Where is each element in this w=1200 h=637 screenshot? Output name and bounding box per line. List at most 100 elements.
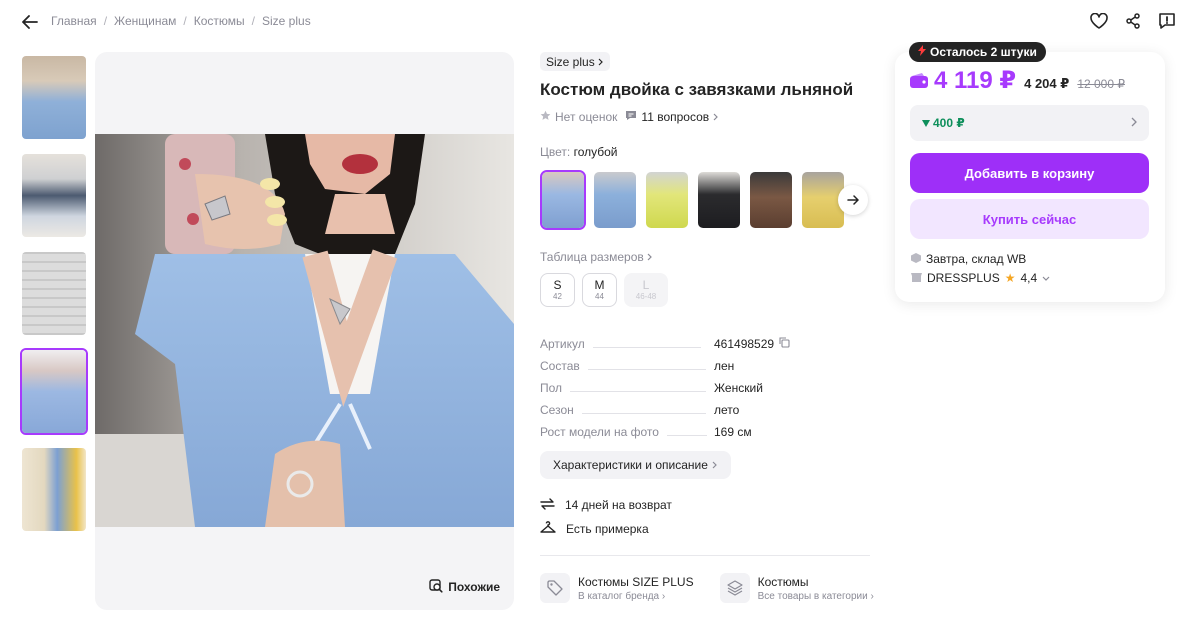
catalog-links: Костюмы SIZE PLUS В каталог бренда › Кос… bbox=[540, 573, 875, 603]
color-option-5[interactable] bbox=[748, 170, 794, 230]
thumbnail-1[interactable] bbox=[20, 54, 88, 141]
color-options bbox=[540, 170, 875, 230]
return-arrows-icon bbox=[540, 497, 555, 514]
param-value: 169 см bbox=[714, 425, 752, 439]
add-to-cart-button[interactable]: Добавить в корзину bbox=[910, 153, 1149, 193]
question-bubble-icon bbox=[625, 110, 637, 124]
chevron-down-icon bbox=[1042, 271, 1050, 285]
main-product-photo[interactable]: Похожие bbox=[95, 52, 514, 610]
thumbnail-4-selected[interactable] bbox=[20, 348, 88, 435]
characteristics-label: Характеристики и описание bbox=[553, 458, 708, 472]
share-icon[interactable] bbox=[1122, 10, 1144, 32]
color-next-arrow-icon[interactable] bbox=[838, 185, 868, 215]
param-leader bbox=[666, 435, 707, 436]
lightning-icon bbox=[918, 45, 926, 59]
questions-link[interactable]: 11 вопросов bbox=[625, 110, 719, 124]
param-leader bbox=[587, 369, 706, 370]
delivery-info: Завтра, склад WB bbox=[911, 252, 1026, 266]
size-option-s[interactable]: S 42 bbox=[540, 273, 575, 307]
product-image bbox=[95, 134, 514, 527]
brand-chip-label: Size plus bbox=[546, 54, 595, 69]
report-icon[interactable] bbox=[1156, 10, 1178, 32]
discount-amount: 400 ₽ bbox=[933, 116, 965, 130]
shop-icon bbox=[911, 271, 922, 285]
price-main: 4 119 ₽ bbox=[934, 67, 1017, 94]
seller-name: DRESSPLUS bbox=[927, 271, 1000, 285]
param-row: Артикул 461498529 bbox=[540, 329, 870, 351]
star-icon bbox=[540, 110, 551, 124]
breadcrumb-item-suits[interactable]: Костюмы bbox=[194, 14, 245, 28]
copy-icon[interactable] bbox=[779, 337, 790, 351]
param-key: Сезон bbox=[540, 403, 574, 417]
discount-value: 400 ₽ bbox=[922, 116, 965, 130]
link-subtitle: Все товары в категории › bbox=[757, 590, 874, 602]
color-option-4[interactable] bbox=[696, 170, 742, 230]
category-link[interactable]: Костюмы Все товары в категории › bbox=[719, 573, 874, 603]
breadcrumb-separator: / bbox=[183, 14, 187, 28]
wallet-price: 4 119 ₽ bbox=[910, 66, 1016, 95]
breadcrumb-item-home[interactable]: Главная bbox=[51, 14, 97, 28]
article-value: 461498529 bbox=[714, 337, 775, 351]
size-option-m[interactable]: M 44 bbox=[582, 273, 617, 307]
color-option-2[interactable] bbox=[592, 170, 638, 230]
seller-info[interactable]: DRESSPLUS ★ 4,4 bbox=[911, 271, 1050, 285]
param-key: Рост модели на фото bbox=[540, 425, 659, 439]
product-info: Size plus Костюм двойка с завязками льня… bbox=[540, 52, 875, 603]
discount-row[interactable]: 400 ₽ bbox=[910, 105, 1149, 141]
buy-card: Осталось 2 штуки 4 119 ₽ 4 204 ₽ 12 000 … bbox=[895, 42, 1165, 302]
param-value: лен bbox=[714, 359, 735, 373]
size-table-link[interactable]: Таблица размеров bbox=[540, 250, 875, 264]
brand-catalog-link[interactable]: Костюмы SIZE PLUS В каталог бренда › bbox=[540, 573, 694, 603]
link-subtitle: В каталог бренда › bbox=[578, 590, 666, 602]
color-option-3[interactable] bbox=[644, 170, 690, 230]
breadcrumb-separator: / bbox=[251, 14, 255, 28]
param-row: Состав лен bbox=[540, 351, 870, 373]
product-params: Артикул 461498529 Состав лен Пол Женский… bbox=[540, 329, 870, 439]
triangle-down-icon bbox=[922, 116, 930, 130]
characteristics-button[interactable]: Характеристики и описание bbox=[540, 451, 731, 479]
thumbnail-3-size-chart[interactable] bbox=[20, 250, 88, 337]
heart-icon[interactable] bbox=[1088, 10, 1110, 32]
stock-badge-text: Осталось 2 штуки bbox=[930, 45, 1037, 59]
param-value: Женский bbox=[714, 381, 763, 395]
rating-text: Нет оценок bbox=[555, 110, 618, 124]
size-table-label: Таблица размеров bbox=[540, 250, 644, 264]
back-arrow-icon[interactable] bbox=[20, 12, 40, 32]
features-list: 14 дней на возврат Есть примерка bbox=[540, 493, 875, 541]
price-regular: 4 204 ₽ bbox=[1024, 75, 1070, 91]
param-leader bbox=[570, 391, 707, 392]
layers-icon bbox=[719, 573, 750, 603]
thumbnail-2[interactable] bbox=[20, 152, 88, 239]
brand-chip[interactable]: Size plus bbox=[540, 52, 610, 71]
chevron-right-icon bbox=[647, 250, 653, 264]
breadcrumb-separator: / bbox=[103, 14, 108, 28]
similar-button[interactable]: Похожие bbox=[429, 578, 500, 596]
chevron-right-icon bbox=[598, 55, 604, 69]
feature-text: 14 дней на возврат bbox=[565, 498, 672, 512]
star-icon: ★ bbox=[1004, 271, 1016, 285]
size-sub: 42 bbox=[553, 291, 562, 301]
size-options: S 42 M 44 L 46-48 bbox=[540, 273, 875, 307]
rating-row: Нет оценок 11 вопросов bbox=[540, 110, 875, 124]
param-leader bbox=[581, 413, 706, 414]
price-old: 12 000 ₽ bbox=[1077, 76, 1125, 91]
param-value: лето bbox=[714, 403, 740, 417]
product-title: Костюм двойка с завязками льняной bbox=[540, 80, 854, 99]
color-value: голубой bbox=[573, 145, 618, 159]
box-icon bbox=[911, 252, 921, 266]
hanger-icon bbox=[540, 521, 556, 537]
price-row: 4 119 ₽ 4 204 ₽ 12 000 ₽ bbox=[910, 66, 1125, 95]
feature-text: Есть примерка bbox=[566, 522, 649, 536]
chevron-right-icon bbox=[713, 110, 719, 124]
buy-now-button[interactable]: Купить сейчас bbox=[910, 199, 1149, 239]
seller-rating: 4,4 bbox=[1020, 271, 1038, 285]
top-bar: Главная / Женщинам / Костюмы / Size plus bbox=[0, 0, 1200, 44]
breadcrumb-item-women[interactable]: Женщинам bbox=[114, 14, 176, 28]
color-option-blue[interactable] bbox=[540, 170, 586, 230]
breadcrumb-item-size-plus[interactable]: Size plus bbox=[262, 14, 311, 28]
thumbnail-5[interactable] bbox=[20, 446, 88, 533]
size-label: S bbox=[553, 277, 562, 292]
param-key: Пол bbox=[540, 381, 563, 395]
feature-fitting: Есть примерка bbox=[540, 517, 875, 541]
param-key: Артикул bbox=[540, 337, 585, 351]
